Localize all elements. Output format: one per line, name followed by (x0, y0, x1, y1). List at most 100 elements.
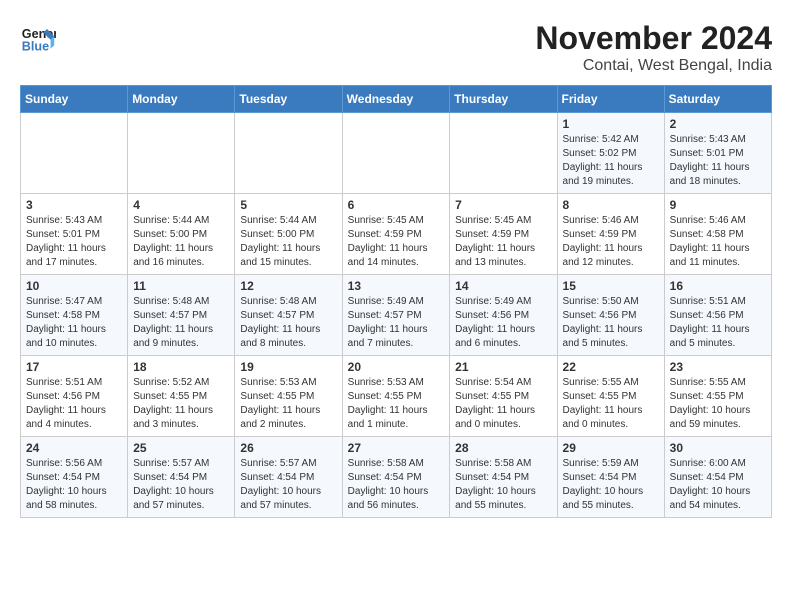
day-number: 27 (348, 441, 445, 455)
calendar-cell: 12Sunrise: 5:48 AMSunset: 4:57 PMDayligh… (235, 275, 342, 356)
weekday-header-monday: Monday (128, 86, 235, 113)
day-number: 4 (133, 198, 229, 212)
sunset-text: Sunset: 5:02 PM (563, 148, 637, 159)
day-number: 16 (670, 279, 766, 293)
sunset-text: Sunset: 4:54 PM (455, 472, 529, 483)
daylight-text: Daylight: 11 hours and 2 minutes. (240, 405, 320, 430)
daylight-text: Daylight: 11 hours and 19 minutes. (563, 162, 643, 187)
cell-content: Sunrise: 5:59 AM Sunset: 4:54 PM Daylight:… (563, 457, 659, 513)
daylight-text: Daylight: 11 hours and 18 minutes. (670, 162, 750, 187)
sunrise-text: Sunrise: 5:59 AM (563, 458, 639, 469)
calendar-cell: 17 Sunrise: 5:51 AMSunset: 4:56 PMDayligh… (21, 356, 128, 437)
daylight-text: Daylight: 11 hours and 3 minutes. (133, 405, 213, 430)
daylight-text: Daylight: 10 hours and 55 minutes. (563, 486, 644, 511)
day-number: 22 (563, 360, 659, 374)
day-number: 1 (563, 117, 659, 131)
daylight-text: Daylight: 11 hours and 4 minutes. (26, 405, 106, 430)
cell-content: Sunrise: 5:48 AMSunset: 4:57 PMDaylight:… (133, 295, 229, 351)
cell-content: Sunrise: 5:58 AMSunset: 4:54 PMDaylight:… (348, 457, 445, 513)
day-number: 28 (455, 441, 551, 455)
day-number: 15 (563, 279, 659, 293)
sunrise-text: Sunrise: 5:46 AM (670, 215, 746, 226)
cell-content: Sunrise: 5:45 AMSunset: 4:59 PMDaylight:… (455, 214, 551, 270)
daylight-text: Daylight: 11 hours and 0 minutes. (563, 405, 643, 430)
daylight-text: Daylight: 10 hours and 57 minutes. (240, 486, 321, 511)
sunrise-text: Sunrise: 5:58 AM (348, 458, 424, 469)
daylight-text: Daylight: 11 hours and 12 minutes. (563, 243, 643, 268)
daylight-text: Daylight: 11 hours and 6 minutes. (455, 324, 535, 349)
calendar-cell: 16 Sunrise: 5:51 AMSunset: 4:56 PMDayligh… (664, 275, 771, 356)
sunrise-text: Sunrise: 5:49 AM (455, 296, 531, 307)
title-block: November 2024 Contai, West Bengal, India (535, 20, 772, 75)
calendar-cell: 4 Sunrise: 5:44 AMSunset: 5:00 PMDaylight… (128, 194, 235, 275)
calendar-cell (128, 113, 235, 194)
calendar-cell: 7 Sunrise: 5:45 AMSunset: 4:59 PMDaylight… (450, 194, 557, 275)
sunrise-text: Sunrise: 5:51 AM (26, 377, 102, 388)
sunrise-text: Sunrise: 5:50 AM (563, 296, 639, 307)
cell-content: Sunrise: 5:55 AM Sunset: 4:55 PM Daylight:… (563, 376, 659, 432)
daylight-text: Daylight: 11 hours and 1 minute. (348, 405, 428, 430)
sunrise-text: Sunrise: 5:57 AM (240, 458, 316, 469)
sunrise-text: Sunrise: 5:55 AM (670, 377, 746, 388)
sunrise-text: Sunrise: 5:55 AM (563, 377, 639, 388)
week-row-2: 3Sunrise: 5:43 AMSunset: 5:01 PMDaylight… (21, 194, 772, 275)
sunset-text: Sunset: 4:55 PM (670, 391, 744, 402)
sunset-text: Sunset: 4:55 PM (348, 391, 422, 402)
sunrise-text: Sunrise: 5:57 AM (133, 458, 209, 469)
cell-content: Sunrise: 5:52 AMSunset: 4:55 PMDaylight:… (133, 376, 229, 432)
sunrise-text: Sunrise: 5:45 AM (348, 215, 424, 226)
sunrise-text: Sunrise: 5:46 AM (563, 215, 639, 226)
calendar-cell: 10Sunrise: 5:47 AMSunset: 4:58 PMDayligh… (21, 275, 128, 356)
cell-content: Sunrise: 5:58 AMSunset: 4:54 PMDaylight:… (455, 457, 551, 513)
cell-content: Sunrise: 5:51 AMSunset: 4:56 PMDaylight:… (26, 376, 122, 432)
cell-content: Sunrise: 5:42 AM Sunset: 5:02 PM Daylight:… (563, 133, 659, 189)
calendar-cell: 30 Sunrise: 6:00 AMSunset: 4:54 PMDayligh… (664, 437, 771, 518)
sunrise-text: Sunrise: 5:42 AM (563, 134, 639, 145)
daylight-text: Daylight: 11 hours and 9 minutes. (133, 324, 213, 349)
calendar-cell: 24Sunrise: 5:56 AMSunset: 4:54 PMDayligh… (21, 437, 128, 518)
day-number: 11 (133, 279, 229, 293)
day-number: 30 (670, 441, 766, 455)
cell-content: Sunrise: 6:00 AMSunset: 4:54 PMDaylight:… (670, 457, 766, 513)
sunrise-text: Sunrise: 5:47 AM (26, 296, 102, 307)
daylight-text: Daylight: 11 hours and 17 minutes. (26, 243, 106, 268)
day-number: 13 (348, 279, 445, 293)
day-number: 23 (670, 360, 766, 374)
logo-icon: General Blue (20, 20, 56, 56)
cell-content: Sunrise: 5:44 AMSunset: 5:00 PMDaylight:… (133, 214, 229, 270)
calendar-cell: 11 Sunrise: 5:48 AMSunset: 4:57 PMDayligh… (128, 275, 235, 356)
sunset-text: Sunset: 5:01 PM (26, 229, 100, 240)
sunrise-text: Sunrise: 5:44 AM (133, 215, 209, 226)
daylight-text: Daylight: 11 hours and 10 minutes. (26, 324, 106, 349)
daylight-text: Daylight: 10 hours and 57 minutes. (133, 486, 214, 511)
week-row-3: 10Sunrise: 5:47 AMSunset: 4:58 PMDayligh… (21, 275, 772, 356)
calendar-cell: 13Sunrise: 5:49 AMSunset: 4:57 PMDayligh… (342, 275, 450, 356)
day-number: 5 (240, 198, 336, 212)
daylight-text: Daylight: 11 hours and 11 minutes. (670, 243, 750, 268)
calendar-cell: 14Sunrise: 5:49 AMSunset: 4:56 PMDayligh… (450, 275, 557, 356)
sunset-text: Sunset: 4:55 PM (240, 391, 314, 402)
daylight-text: Daylight: 11 hours and 15 minutes. (240, 243, 320, 268)
weekday-header-row: SundayMondayTuesdayWednesdayThursdayFrid… (21, 86, 772, 113)
weekday-header-friday: Friday (557, 86, 664, 113)
sunrise-text: Sunrise: 5:56 AM (26, 458, 102, 469)
sunset-text: Sunset: 4:54 PM (563, 472, 637, 483)
week-row-5: 24Sunrise: 5:56 AMSunset: 4:54 PMDayligh… (21, 437, 772, 518)
day-number: 19 (240, 360, 336, 374)
cell-content: Sunrise: 5:47 AMSunset: 4:58 PMDaylight:… (26, 295, 122, 351)
day-number: 8 (563, 198, 659, 212)
sunset-text: Sunset: 4:59 PM (348, 229, 422, 240)
calendar-cell: 20Sunrise: 5:53 AMSunset: 4:55 PMDayligh… (342, 356, 450, 437)
calendar-cell: 19Sunrise: 5:53 AMSunset: 4:55 PMDayligh… (235, 356, 342, 437)
day-number: 18 (133, 360, 229, 374)
sunset-text: Sunset: 4:55 PM (563, 391, 637, 402)
day-number: 7 (455, 198, 551, 212)
calendar-cell: 27 Sunrise: 5:58 AMSunset: 4:54 PMDayligh… (342, 437, 450, 518)
cell-content: Sunrise: 5:51 AMSunset: 4:56 PMDaylight:… (670, 295, 766, 351)
day-number: 17 (26, 360, 122, 374)
sunset-text: Sunset: 4:54 PM (26, 472, 100, 483)
sunrise-text: Sunrise: 5:52 AM (133, 377, 209, 388)
calendar-cell: 3Sunrise: 5:43 AMSunset: 5:01 PMDaylight… (21, 194, 128, 275)
sunrise-text: Sunrise: 6:00 AM (670, 458, 746, 469)
sunset-text: Sunset: 4:54 PM (240, 472, 314, 483)
